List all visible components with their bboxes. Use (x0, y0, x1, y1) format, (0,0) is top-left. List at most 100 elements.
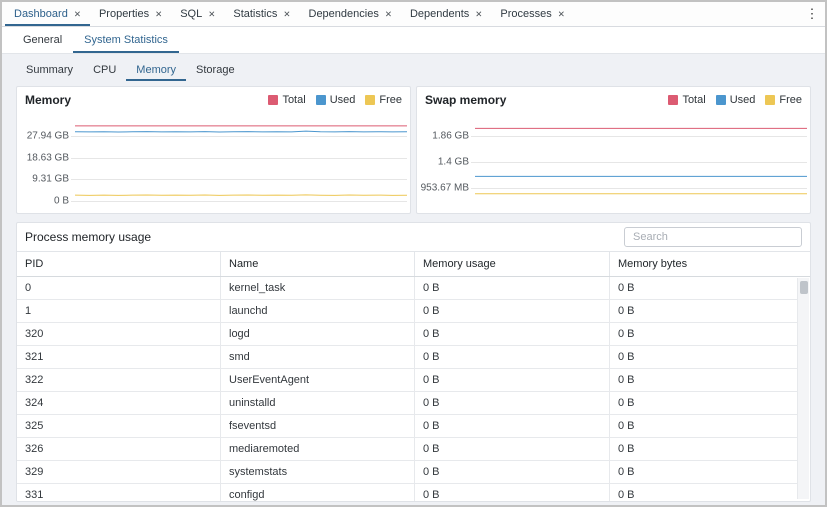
chart-legend: Total Used Free (668, 94, 802, 106)
close-icon[interactable]: ✕ (558, 9, 565, 20)
cell-pid: 331 (17, 484, 221, 501)
chart-plot-area (475, 114, 807, 206)
chart-title: Swap memory (425, 93, 506, 107)
cell-memory-usage: 0 B (415, 438, 610, 460)
y-tick-label: 9.31 GB (32, 174, 69, 185)
table-row: 329systemstats0 B0 B (17, 461, 797, 484)
tab-storage[interactable]: Storage (186, 58, 245, 81)
cell-memory-bytes: 0 B (610, 415, 797, 437)
legend-item-used: Used (316, 94, 356, 106)
legend-label: Free (779, 94, 802, 106)
cell-pid: 321 (17, 346, 221, 368)
stat-tab-strip: SummaryCPUMemoryStorage (16, 58, 811, 81)
tab-memory[interactable]: Memory (126, 58, 186, 81)
cell-pid: 0 (17, 277, 221, 299)
column-header-memory-bytes[interactable]: Memory bytes (610, 252, 810, 276)
cell-memory-usage: 0 B (415, 346, 610, 368)
tab-statistics[interactable]: Statistics✕ (224, 2, 299, 26)
legend-item-used: Used (716, 94, 756, 106)
cell-memory-bytes: 0 B (610, 277, 797, 299)
vertical-scrollbar[interactable] (797, 278, 809, 499)
chart-body: 953.67 MB1.4 GB1.86 GB (417, 112, 810, 213)
cell-name: fseventsd (221, 415, 415, 437)
close-icon[interactable]: ✕ (475, 9, 482, 20)
panel-tab-strip: GeneralSystem Statistics (2, 27, 825, 54)
column-header-name[interactable]: Name (221, 252, 415, 276)
cell-pid: 325 (17, 415, 221, 437)
tab-dependents[interactable]: Dependents ✕ (401, 2, 491, 26)
cell-memory-usage: 0 B (415, 484, 610, 501)
cell-pid: 324 (17, 392, 221, 414)
tab-sql[interactable]: SQL ✕ (171, 2, 224, 26)
cell-pid: 322 (17, 369, 221, 391)
tab-dependencies[interactable]: Dependencies ✕ (300, 2, 401, 26)
tab-cpu[interactable]: CPU (83, 58, 126, 81)
legend-label: Free (379, 94, 402, 106)
tab-label: Dependencies (309, 8, 379, 20)
close-icon[interactable]: ✕ (283, 9, 290, 20)
y-axis-labels: 0 B 9.31 GB 18.63 GB 27.94 GB (17, 114, 75, 206)
table-row: 0kernel_task0 B0 B (17, 277, 797, 300)
cell-name: launchd (221, 300, 415, 322)
table-row: 320logd0 B0 B (17, 323, 797, 346)
cell-memory-usage: 0 B (415, 369, 610, 391)
search-input[interactable] (624, 227, 802, 247)
tab-label: Properties (99, 8, 149, 20)
close-icon[interactable]: ✕ (385, 9, 392, 20)
tab-general[interactable]: General (12, 27, 73, 53)
tab-label: Processes (500, 8, 551, 20)
chart-plot-area (75, 114, 407, 206)
scrollbar-thumb[interactable] (800, 281, 808, 294)
legend-label: Total (282, 94, 305, 106)
chart-panel: Memory Total Used Free 0 B 9.31 GB 18.63 GB 2… (16, 86, 411, 214)
column-header-memory-usage[interactable]: Memory usage (415, 252, 610, 276)
tab-summary[interactable]: Summary (16, 58, 83, 81)
cell-pid: 329 (17, 461, 221, 483)
tab-label: SQL (180, 8, 202, 20)
y-tick-label: 18.63 GB (27, 152, 69, 163)
charts-row: Memory Total Used Free 0 B 9.31 GB 18.63 GB 2… (16, 86, 811, 214)
chart-header: Memory Total Used Free (17, 87, 410, 112)
legend-item-total: Total (268, 94, 305, 106)
y-tick-label: 27.94 GB (27, 130, 69, 141)
cell-name: smd (221, 346, 415, 368)
close-icon[interactable]: ✕ (155, 9, 162, 20)
cell-memory-bytes: 0 B (610, 438, 797, 460)
process-panel-header: Process memory usage (17, 223, 810, 252)
y-tick-label: 0 B (54, 196, 69, 207)
y-tick-label: 1.86 GB (432, 131, 469, 142)
table-row: 331configd0 B0 B (17, 484, 797, 501)
chart-title: Memory (25, 93, 71, 107)
legend-swatch-icon (765, 95, 775, 105)
legend-item-free: Free (365, 94, 402, 106)
cell-memory-bytes: 0 B (610, 323, 797, 345)
window-tab-strip: Dashboard✕Properties✕SQL✕Statistics✕Depe… (5, 2, 574, 26)
legend-label: Used (330, 94, 356, 106)
cell-memory-usage: 0 B (415, 415, 610, 437)
table-row: 321smd0 B0 B (17, 346, 797, 369)
legend-swatch-icon (716, 95, 726, 105)
cell-name: kernel_task (221, 277, 415, 299)
chart-body: 0 B 9.31 GB 18.63 GB 27.94 GB (17, 112, 410, 213)
legend-swatch-icon (668, 95, 678, 105)
table-row: 322UserEventAgent0 B0 B (17, 369, 797, 392)
close-icon[interactable]: ✕ (74, 9, 81, 20)
cell-memory-bytes: 0 B (610, 461, 797, 483)
process-memory-panel: Process memory usage PID Name Memory usa… (16, 222, 811, 502)
series-line-free (75, 195, 407, 196)
tab-system-statistics[interactable]: System Statistics (73, 27, 179, 53)
table-header-row: PID Name Memory usage Memory bytes (17, 252, 810, 277)
close-icon[interactable]: ✕ (208, 9, 215, 20)
cell-name: uninstalld (221, 392, 415, 414)
column-header-pid[interactable]: PID (17, 252, 221, 276)
tab-processes[interactable]: Processes ✕ (491, 2, 573, 26)
legend-label: Used (730, 94, 756, 106)
dashboard-content: SummaryCPUMemoryStorage Memory TotalUsed… (2, 54, 825, 505)
tab-dashboard[interactable]: Dashboard✕ (5, 2, 90, 26)
tab-properties[interactable]: Properties ✕ (90, 2, 171, 26)
cell-memory-bytes: 0 B (610, 484, 797, 501)
kebab-menu-icon[interactable]: ⋮ (799, 2, 825, 26)
tab-label: Dependents (410, 8, 469, 20)
legend-label: Total (682, 94, 705, 106)
table-row: 326mediaremoted0 B0 B (17, 438, 797, 461)
